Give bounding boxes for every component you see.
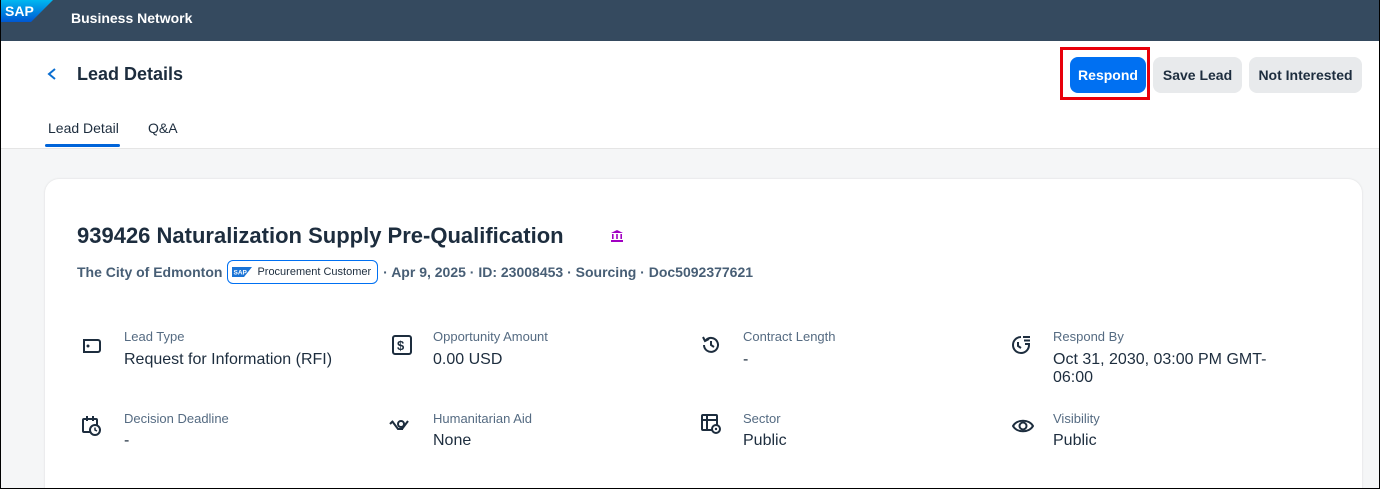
tab-qa[interactable]: Q&A	[148, 120, 178, 136]
highlight-annotation	[1060, 47, 1150, 100]
sap-logo-text: SAP	[5, 3, 34, 19]
hands-icon	[389, 420, 409, 430]
decision-deadline-label: Decision Deadline	[124, 411, 229, 426]
eye-icon	[1012, 419, 1034, 433]
contract-length-value: -	[743, 351, 749, 368]
lead-title: 939426 Naturalization Supply Pre-Qualifi…	[77, 223, 564, 248]
calendar-clock-icon	[82, 416, 101, 436]
humanitarian-aid-label: Humanitarian Aid	[433, 411, 532, 426]
shell-bar: SAP Business Network	[1, 0, 1379, 41]
visibility-label: Visibility	[1053, 411, 1100, 426]
sector-value: Public	[743, 432, 787, 449]
visibility-value: Public	[1053, 432, 1097, 449]
badge-label: Procurement Customer	[257, 266, 372, 278]
decision-deadline-value: -	[124, 432, 130, 449]
lead-type-value: Request for Information (RFI)	[124, 351, 333, 368]
not-interested-button[interactable]: Not Interested	[1249, 57, 1362, 93]
lead-meta: · Apr 9, 2025 · ID: 23008453 · Sourcing …	[383, 264, 754, 280]
active-tab-indicator	[45, 144, 120, 147]
grid-gear-icon	[701, 414, 721, 434]
opportunity-amount-label: Opportunity Amount	[433, 329, 548, 344]
sap-badge-icon: SAP	[232, 267, 253, 277]
page-title: Lead Details	[77, 64, 184, 84]
lead-type-label: Lead Type	[124, 329, 185, 344]
procurement-customer-badge: SAP Procurement Customer	[227, 260, 379, 284]
bank-icon	[611, 230, 623, 242]
app-title[interactable]: Business Network	[71, 10, 192, 26]
tab-lead-detail[interactable]: Lead Detail	[48, 120, 119, 136]
sector-label: Sector	[743, 411, 781, 426]
humanitarian-aid-value: None	[433, 432, 472, 449]
contract-length-label: Contract Length	[743, 329, 836, 344]
save-lead-button[interactable]: Save Lead	[1153, 57, 1242, 93]
opportunity-amount-value: 0.00 USD	[433, 351, 503, 368]
clock-list-icon	[1012, 336, 1030, 354]
back-chevron-icon[interactable]	[45, 66, 59, 82]
tag-icon	[83, 339, 101, 353]
page-header: Lead Details Respond Save Lead Not Inter…	[1, 41, 1379, 149]
respond-by-value: Oct 31, 2030, 03:00 PM GMT-06:00	[1053, 351, 1267, 386]
money-bill-icon: $	[392, 335, 412, 355]
app-frame: SAP Business Network Lead Details Respon…	[0, 0, 1380, 489]
sap-logo[interactable]: SAP	[1, 0, 53, 22]
history-icon	[702, 336, 719, 353]
respond-by-label: Respond By	[1053, 329, 1124, 344]
svg-text:$: $	[397, 338, 405, 353]
badge-logo-text: SAP	[234, 270, 248, 277]
buyer-name[interactable]: The City of Edmonton	[77, 264, 222, 280]
lead-meta-row: The City of Edmonton SAP Procurement Cus…	[77, 260, 753, 284]
